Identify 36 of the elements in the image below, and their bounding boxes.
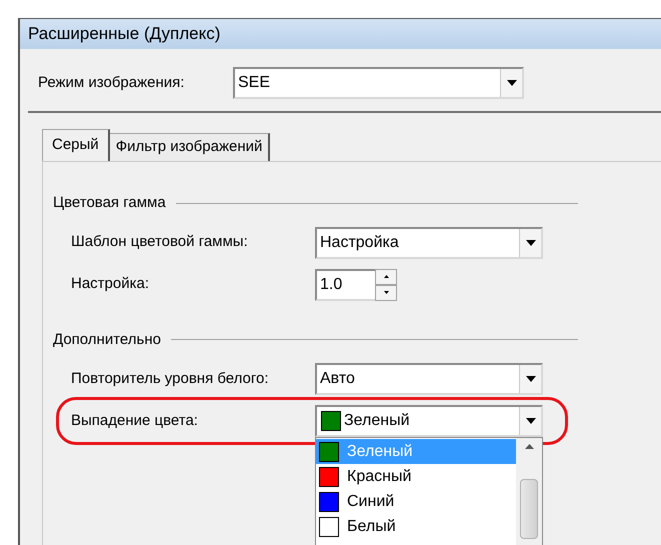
caret-icon — [526, 240, 536, 246]
dropdown-option[interactable]: Красный — [316, 464, 516, 489]
field-label: Повторитель уровня белого: — [71, 368, 270, 389]
spin-down-button[interactable] — [375, 284, 397, 300]
dropdown-field[interactable]: Зеленый — [315, 405, 543, 437]
dropdown-value: Авто — [319, 369, 356, 389]
field-label: Шаблон цветовой гаммы: — [71, 232, 249, 252]
field-label: Выпадение цвета: — [71, 410, 199, 431]
dropdown-field[interactable]: Настройка — [315, 226, 543, 258]
caret-icon — [526, 376, 536, 382]
dropdown-value: Зеленый — [343, 411, 411, 431]
dropdown-button[interactable] — [500, 69, 522, 97]
dropdown-button[interactable] — [519, 365, 541, 393]
scroll-up-icon[interactable] — [524, 444, 534, 449]
caret-icon — [506, 80, 516, 86]
field-label: Настройка: — [71, 274, 150, 294]
caret-icon — [526, 418, 536, 424]
spin-up-button[interactable] — [375, 268, 397, 284]
down-arrow-icon — [384, 291, 388, 294]
dropdown-option[interactable]: Белый — [316, 514, 516, 539]
dropdown-button[interactable] — [519, 228, 541, 256]
tab[interactable]: Серый — [42, 129, 110, 161]
number-field[interactable]: 1.0 — [315, 268, 375, 300]
dropdown-option[interactable]: Синий — [316, 489, 516, 514]
group-title: Цветовая гамма — [53, 193, 166, 213]
group-title: Дополнительно — [53, 330, 161, 350]
tab[interactable]: Фильтр изображений — [110, 133, 270, 161]
dropdown-button[interactable] — [519, 407, 541, 435]
dropdown-value: SEE — [237, 73, 272, 93]
scroll-thumb[interactable] — [520, 479, 538, 539]
window-title: Расширенные (Дуплекс) — [28, 23, 220, 46]
field-label: Режим изображения: — [38, 72, 186, 93]
dropdown-value: Настройка — [319, 232, 400, 252]
dropdown-field[interactable]: Авто — [315, 363, 543, 395]
dropdown-field[interactable]: SEE — [233, 67, 524, 99]
up-arrow-icon — [384, 275, 388, 278]
